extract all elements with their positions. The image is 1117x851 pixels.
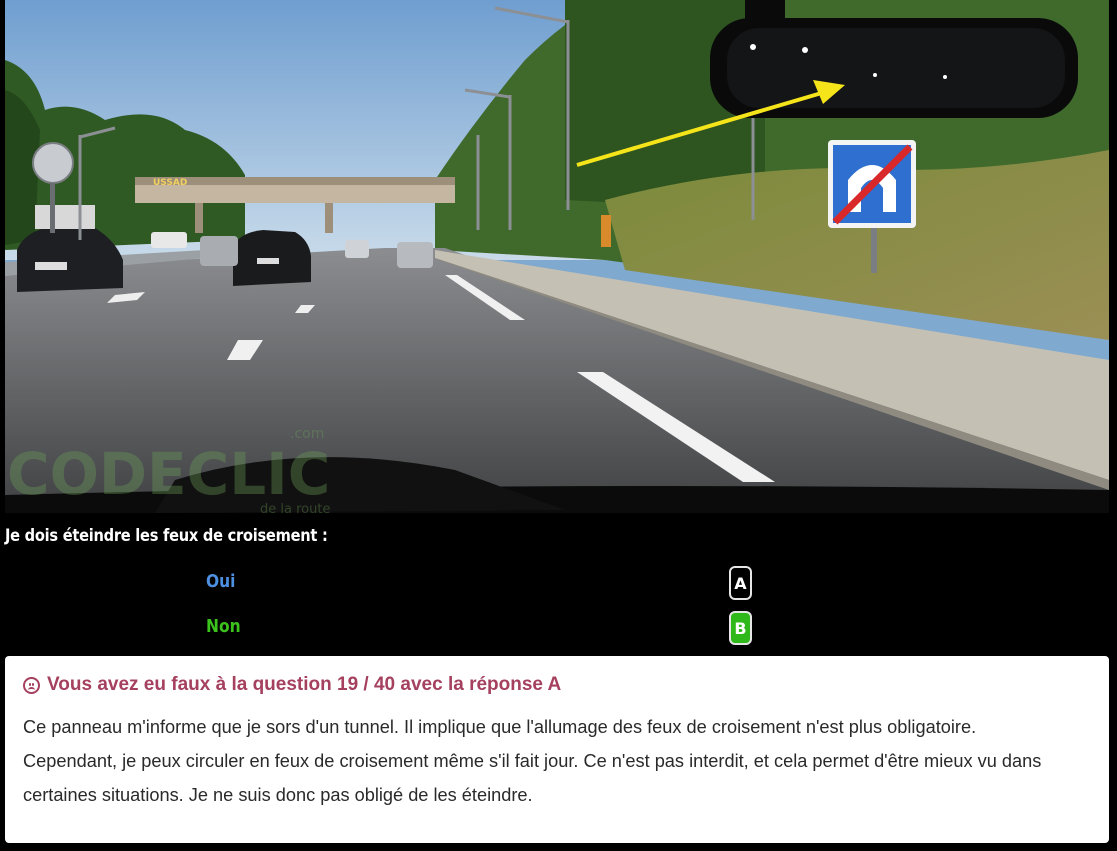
answer-label-oui[interactable]: Oui (206, 571, 235, 592)
feedback-explanation: Ce panneau m'informe que je sors d'un tu… (23, 717, 1042, 805)
watermark-tagline: de la route (260, 502, 330, 513)
answer-label-non[interactable]: Non (206, 616, 241, 637)
watermark-text: CODECLIC (7, 440, 330, 508)
car-center (233, 230, 311, 286)
road-scene-image: USSAD CODECLIC .com de la route (5, 0, 1109, 513)
question-text: Je dois éteindre les feux de croisement … (5, 526, 328, 546)
sad-face-icon (23, 676, 40, 694)
feedback-panel: Vous avez eu faux à la question 19 / 40 … (5, 656, 1109, 843)
feedback-title: Vous avez eu faux à la question 19 / 40 … (47, 674, 562, 695)
road-scene-drawing: USSAD CODECLIC .com de la route (5, 0, 1109, 513)
watermark-suffix: .com (290, 426, 324, 442)
bridge-sign-text: USSAD (153, 178, 187, 188)
answer-key-b-button[interactable]: B (729, 611, 752, 645)
codeclic-watermark: CODECLIC .com de la route (7, 426, 330, 513)
answer-key-a-button[interactable]: A (729, 566, 752, 600)
feedback-header: Vous avez eu faux à la question 19 / 40 … (23, 674, 1091, 696)
